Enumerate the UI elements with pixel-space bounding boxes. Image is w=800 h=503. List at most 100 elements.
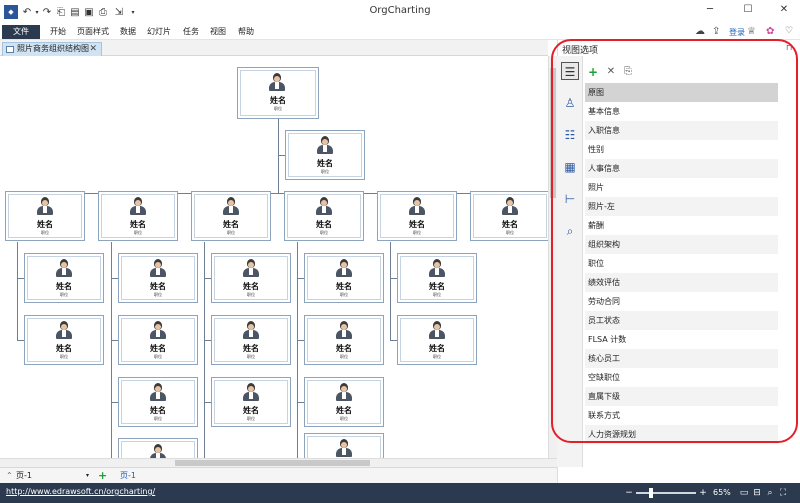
- redo-icon[interactable]: ↷: [40, 5, 54, 19]
- org-node[interactable]: 姓名职位: [5, 191, 85, 241]
- view-item[interactable]: 绩效评估: [585, 273, 778, 292]
- page-nav-icon[interactable]: ⌃: [6, 470, 13, 482]
- view-item[interactable]: 照片-左: [585, 197, 778, 216]
- close-tab-icon[interactable]: ✕: [89, 43, 97, 55]
- theme-icon[interactable]: ♕: [747, 26, 756, 37]
- view-item[interactable]: 人力资源规划: [585, 425, 778, 444]
- view-item[interactable]: 空缺职位: [585, 368, 778, 387]
- view-item[interactable]: 核心员工: [585, 349, 778, 368]
- close-button[interactable]: ✕: [774, 4, 794, 20]
- view-item[interactable]: 基本信息: [585, 102, 778, 121]
- fit-width-icon[interactable]: ⊟: [751, 487, 763, 499]
- add-page-button[interactable]: +: [98, 470, 107, 482]
- org-node[interactable]: 姓名职位: [284, 191, 364, 241]
- view-item[interactable]: 人事信息: [585, 159, 778, 178]
- copy-view-button[interactable]: ⎘: [621, 65, 635, 79]
- org-node[interactable]: 姓名职位: [285, 130, 365, 180]
- document-tab[interactable]: 照片商务组织结构图 ✕: [2, 42, 102, 56]
- view-item[interactable]: 原图: [585, 83, 778, 102]
- zoom-slider-knob[interactable]: [649, 488, 653, 498]
- org-node[interactable]: 姓名职位: [211, 377, 291, 427]
- org-node[interactable]: 姓名职位: [24, 315, 104, 365]
- view-item[interactable]: 组织架构: [585, 235, 778, 254]
- org-node[interactable]: 姓名职位: [118, 377, 198, 427]
- paint-brush-icon[interactable]: ♙: [561, 94, 579, 112]
- share-icon[interactable]: ⇪: [712, 26, 720, 37]
- zoom-out-button[interactable]: −: [623, 487, 635, 499]
- zoom-search-icon[interactable]: ⌕: [764, 487, 776, 499]
- view-item[interactable]: 照片: [585, 178, 778, 197]
- view-item[interactable]: 直属下级: [585, 387, 778, 406]
- org-node[interactable]: 姓名职位: [470, 191, 548, 241]
- org-node[interactable]: 姓名职位: [24, 253, 104, 303]
- org-chart-canvas[interactable]: 姓名 职位 姓名 职位 姓名 职位 姓名 职位 姓名 职位 姓名 职位 姓名 职位 姓名 职位 姓名 职位 姓名 职位…: [0, 56, 548, 458]
- org-node[interactable]: 姓名职位: [98, 191, 178, 241]
- menu-page-style[interactable]: 页面样式: [77, 26, 109, 38]
- org-node[interactable]: 姓名职位: [211, 315, 291, 365]
- search-list-icon[interactable]: ⌕: [561, 222, 579, 240]
- org-node[interactable]: 姓名职位: [377, 191, 457, 241]
- list-view-icon[interactable]: ☷: [561, 126, 579, 144]
- customize-icon[interactable]: ▾: [126, 5, 140, 19]
- org-node[interactable]: 姓名职位: [304, 253, 384, 303]
- view-item[interactable]: 入职信息: [585, 121, 778, 140]
- new-icon[interactable]: ⎗: [54, 5, 68, 19]
- menu-slides[interactable]: 幻灯片: [147, 26, 171, 38]
- export-icon[interactable]: ⇲: [112, 5, 126, 19]
- minimize-button[interactable]: ─: [700, 4, 720, 20]
- org-node[interactable]: 姓名职位: [304, 377, 384, 427]
- open-icon[interactable]: ▤: [68, 5, 82, 19]
- connector-line: [17, 242, 18, 340]
- style-icon[interactable]: ✿: [766, 26, 774, 37]
- menu-tasks[interactable]: 任务: [183, 26, 199, 38]
- website-link[interactable]: http://www.edrawsoft.cn/orgcharting/: [6, 487, 155, 496]
- scroll-thumb[interactable]: [550, 68, 556, 198]
- hierarchy-icon[interactable]: ⊢: [561, 190, 579, 208]
- favorite-icon[interactable]: ♡: [785, 26, 793, 36]
- view-item[interactable]: FLSA 计数: [585, 330, 778, 349]
- menu-view[interactable]: 视图: [210, 26, 226, 38]
- delete-view-button[interactable]: ✕: [604, 65, 618, 79]
- login-link[interactable]: 登录: [729, 27, 745, 38]
- print-icon[interactable]: ⎙: [96, 5, 110, 19]
- page-dropdown-icon[interactable]: ▾: [86, 470, 89, 482]
- org-node[interactable]: 姓名职位: [237, 67, 319, 119]
- org-node[interactable]: 姓名职位: [118, 315, 198, 365]
- horizontal-scrollbar[interactable]: [0, 458, 557, 467]
- maximize-button[interactable]: ☐: [738, 4, 758, 20]
- org-node[interactable]: 姓名职位: [118, 253, 198, 303]
- page-selector[interactable]: 页-1: [16, 470, 32, 482]
- zoom-in-button[interactable]: +: [697, 487, 709, 499]
- view-item[interactable]: 员工状态: [585, 311, 778, 330]
- view-item[interactable]: 联系方式: [585, 406, 778, 425]
- vertical-scrollbar[interactable]: [548, 56, 557, 458]
- page-tab[interactable]: 页-1: [120, 470, 136, 482]
- menu-home[interactable]: 开始: [50, 26, 66, 38]
- contact-card-icon[interactable]: ☰: [561, 62, 579, 80]
- view-item[interactable]: 性别: [585, 140, 778, 159]
- menu-help[interactable]: 帮助: [238, 26, 254, 38]
- menu-file[interactable]: 文件: [2, 25, 40, 39]
- org-node[interactable]: 姓名职位: [118, 438, 198, 458]
- cloud-icon[interactable]: ☁: [695, 26, 705, 37]
- app-logo-icon[interactable]: ◆: [4, 5, 18, 19]
- node-position: 职位: [247, 354, 255, 359]
- org-node[interactable]: 姓名职位: [304, 433, 384, 458]
- scroll-thumb[interactable]: [175, 460, 370, 466]
- view-item[interactable]: 职位: [585, 254, 778, 273]
- zoom-slider[interactable]: [636, 492, 696, 494]
- org-node[interactable]: 姓名职位: [397, 253, 477, 303]
- org-node[interactable]: 姓名职位: [191, 191, 271, 241]
- add-view-button[interactable]: +: [586, 65, 600, 79]
- calendar-icon[interactable]: ▦: [561, 158, 579, 176]
- org-node[interactable]: 姓名职位: [397, 315, 477, 365]
- menu-data[interactable]: 数据: [120, 26, 136, 38]
- fullscreen-icon[interactable]: ⛶: [777, 487, 789, 499]
- fit-page-icon[interactable]: ▭: [738, 487, 750, 499]
- view-item[interactable]: 劳动合同: [585, 292, 778, 311]
- view-item[interactable]: 薪酬: [585, 216, 778, 235]
- pin-panel-icon[interactable]: ⊓: [786, 43, 792, 52]
- save-icon[interactable]: ▣: [82, 5, 96, 19]
- org-node[interactable]: 姓名职位: [211, 253, 291, 303]
- org-node[interactable]: 姓名职位: [304, 315, 384, 365]
